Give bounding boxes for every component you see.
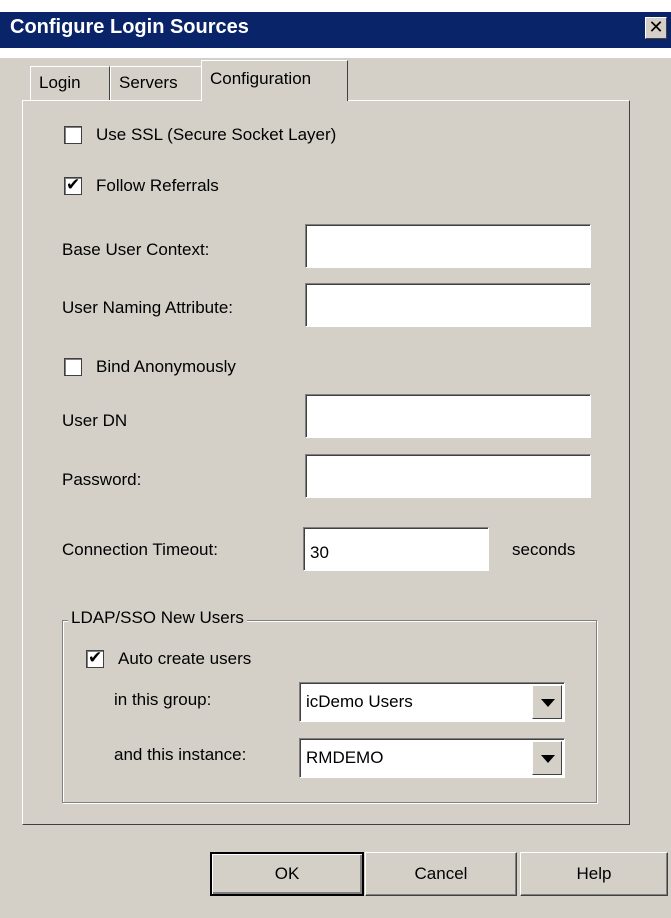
follow-referrals-label: Follow Referrals	[96, 176, 219, 195]
use-ssl-checkbox[interactable]	[64, 126, 82, 144]
auto-create-users-checkbox[interactable]: ✔	[86, 648, 104, 668]
bind-anonymously-label: Bind Anonymously	[96, 357, 236, 376]
window-title: Configure Login Sources	[10, 16, 249, 38]
checkmark-icon: ✔	[88, 648, 103, 668]
tab-configuration-label: Configuration	[210, 69, 312, 88]
help-button[interactable]: Help	[520, 852, 668, 896]
user-naming-attribute-input[interactable]	[305, 283, 591, 327]
use-ssl-label: Use SSL (Secure Socket Layer)	[96, 125, 337, 144]
tab-configuration[interactable]: Configuration	[201, 60, 348, 101]
group-select-label: in this group:	[114, 690, 212, 709]
connection-timeout-label: Connection Timeout:	[62, 540, 218, 559]
tab-login-label: Login	[39, 73, 81, 92]
instance-select[interactable]: RMDEMO	[299, 738, 565, 778]
user-naming-attribute-label: User Naming Attribute:	[62, 298, 234, 317]
user-dn-input[interactable]	[305, 394, 591, 438]
instance-select-value: RMDEMO	[306, 748, 384, 767]
auto-create-users-label: Auto create users	[118, 649, 252, 668]
follow-referrals-checkbox[interactable]: ✔	[64, 175, 82, 195]
connection-timeout-unit: seconds	[512, 540, 576, 559]
tab-login[interactable]: Login	[30, 66, 110, 100]
title-bar: Configure Login Sources ✕	[0, 0, 671, 58]
password-input[interactable]	[305, 454, 591, 498]
bind-anonymously-checkbox[interactable]	[64, 358, 82, 376]
base-user-context-label: Base User Context:	[62, 240, 210, 259]
group-select-value: icDemo Users	[306, 692, 413, 711]
chevron-down-icon[interactable]	[532, 741, 562, 775]
password-label: Password:	[62, 470, 142, 489]
cancel-button[interactable]: Cancel	[365, 852, 517, 896]
checkmark-icon: ✔	[66, 175, 81, 195]
close-icon: ✕	[648, 17, 664, 38]
tab-servers-label: Servers	[119, 73, 178, 92]
connection-timeout-input[interactable]	[303, 527, 489, 571]
base-user-context-input[interactable]	[305, 224, 591, 268]
user-dn-label: User DN	[62, 411, 128, 430]
instance-select-label: and this instance:	[114, 745, 247, 764]
group-legend: LDAP/SSO New Users	[68, 608, 247, 628]
ok-button[interactable]: OK	[210, 852, 364, 896]
chevron-down-icon[interactable]	[532, 685, 562, 719]
group-select[interactable]: icDemo Users	[299, 682, 565, 722]
close-button[interactable]: ✕	[645, 17, 667, 39]
tab-servers[interactable]: Servers	[110, 66, 202, 100]
